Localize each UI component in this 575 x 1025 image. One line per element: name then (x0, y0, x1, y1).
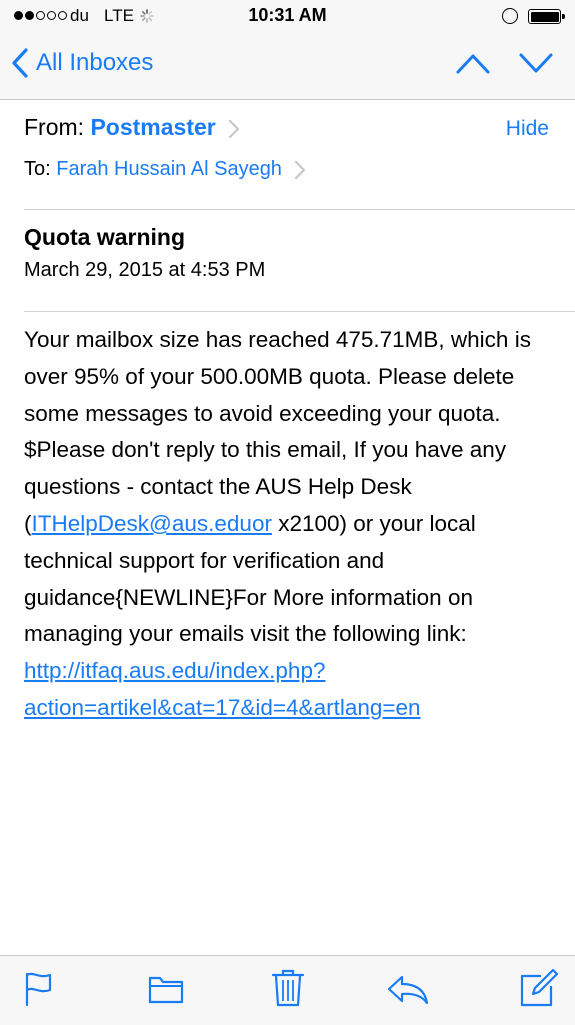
flag-icon[interactable] (24, 971, 54, 1007)
recipient-name[interactable]: Farah Hussain Al Sayegh (56, 158, 282, 180)
hide-details-button[interactable]: Hide (506, 117, 549, 141)
bottom-toolbar (0, 955, 575, 1025)
header-divider (24, 209, 575, 210)
compose-icon[interactable] (519, 968, 559, 1008)
message-body: Your mailbox size has reached 475.71MB, … (24, 322, 564, 727)
sender-name[interactable]: Postmaster (90, 114, 215, 140)
from-row: From: Postmaster (24, 114, 240, 141)
folder-icon[interactable] (148, 974, 184, 1004)
message-subject: Quota warning (24, 224, 185, 250)
back-label: All Inboxes (36, 49, 154, 76)
to-row: To: Farah Hussain Al Sayegh (24, 158, 306, 181)
back-button[interactable]: All Inboxes (10, 47, 153, 79)
chevron-left-icon (12, 48, 28, 78)
trash-icon[interactable] (271, 968, 305, 1008)
message-date: March 29, 2015 at 4:53 PM (24, 259, 266, 281)
subject-divider (24, 311, 575, 312)
next-message-button[interactable] (518, 50, 554, 76)
battery-icon (528, 9, 565, 24)
status-time: 10:31 AM (248, 5, 327, 25)
from-label: From: (24, 114, 85, 140)
faq-link[interactable]: http://itfaq.aus.edu/index.php? action=ar… (24, 658, 421, 720)
faq-link-line2: action=artikel&cat=17&id=4&artlang=en (24, 694, 421, 720)
faq-link-line1: http://itfaq.aus.edu/index.php? (24, 658, 326, 684)
support-email-link[interactable]: ITHelpDesk@aus.eduor (32, 511, 272, 536)
rotation-lock-icon (502, 8, 518, 24)
body-paragraph-support: $Please don't reply to this email, If yo… (24, 432, 564, 726)
status-bar: du LTE 10:31 AM (0, 0, 575, 34)
to-label: To: (24, 158, 51, 180)
chevron-right-icon (229, 119, 240, 139)
reply-icon[interactable] (386, 974, 430, 1006)
previous-message-button[interactable] (455, 50, 491, 76)
top-bar: du LTE 10:31 AM All Inboxes (0, 0, 575, 100)
chevron-right-icon (294, 160, 305, 179)
body-paragraph-intro: Your mailbox size has reached 475.71MB, … (24, 327, 531, 426)
